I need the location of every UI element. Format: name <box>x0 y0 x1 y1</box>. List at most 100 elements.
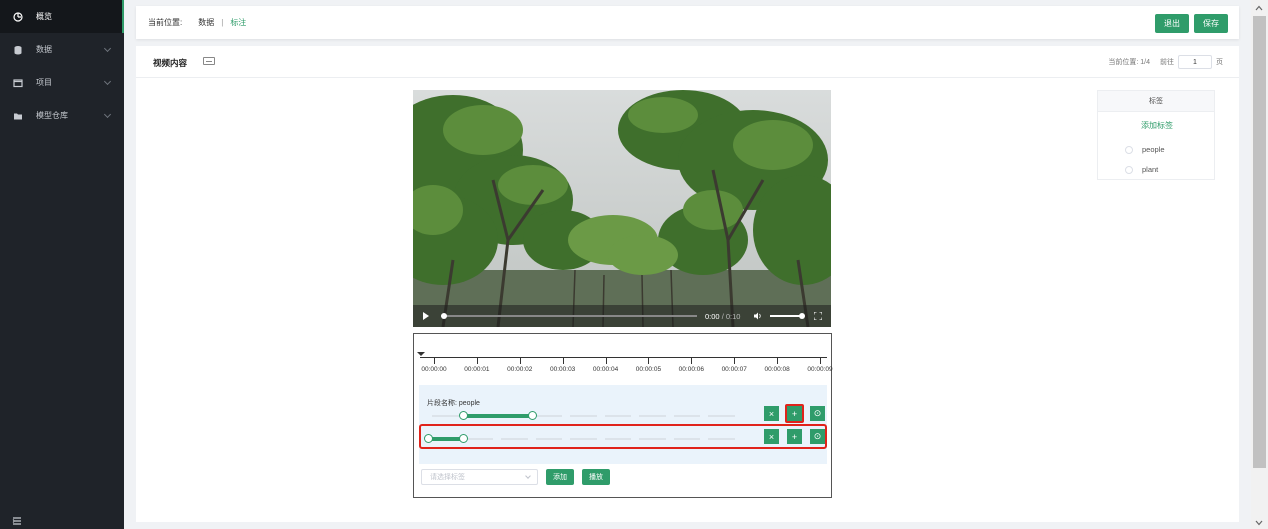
exit-button[interactable]: 退出 <box>1155 14 1189 33</box>
panel-header: 视频内容 当前位置: 1/4 前往 页 <box>136 46 1239 78</box>
keyboard-icon[interactable] <box>203 57 215 65</box>
track-dash <box>604 415 631 417</box>
scroll-down-icon[interactable] <box>1255 519 1263 527</box>
scroll-up-icon[interactable] <box>1255 4 1263 12</box>
highlight-box <box>785 404 804 423</box>
chevron-down-icon <box>103 77 112 85</box>
label-select[interactable]: 请选择标签 <box>421 469 538 485</box>
chevron-down-icon <box>103 44 112 52</box>
sidebar-item-data[interactable]: 数据 <box>0 33 124 66</box>
segment-handle[interactable] <box>527 411 537 420</box>
video-time: 0:00 / 0:10 <box>705 312 740 321</box>
video-controls: 0:00 / 0:10 <box>413 305 831 327</box>
breadcrumb-annotate: 标注 <box>230 18 247 27</box>
save-button[interactable]: 保存 <box>1194 14 1228 33</box>
radio-icon[interactable] <box>1125 145 1133 154</box>
sidebar-item-project[interactable]: 项目 <box>0 66 124 99</box>
track-dash <box>639 415 666 417</box>
main-panel: 视频内容 当前位置: 1/4 前往 页 <box>136 46 1239 522</box>
segment-handle[interactable] <box>458 411 468 420</box>
sidebar-item-label: 模型仓库 <box>36 111 68 120</box>
volume-slider[interactable] <box>770 315 803 317</box>
database-icon <box>13 45 23 55</box>
timeline-marker-icon[interactable] <box>417 352 425 356</box>
video-player[interactable]: 0:00 / 0:10 <box>413 90 831 327</box>
timeline-tick-label: 00:00:09 <box>807 366 833 373</box>
track-dash <box>432 415 459 417</box>
sidebar-item-label: 概览 <box>36 12 52 21</box>
sidebar-item-overview[interactable]: 概览 <box>0 0 124 33</box>
video-progress-bar[interactable] <box>441 315 697 317</box>
top-bar: 当前位置: 数据 | 标注 退出 保存 <box>136 6 1239 39</box>
labels-header: 标签 <box>1098 91 1214 112</box>
dashboard-icon <box>13 11 23 22</box>
play-segment-button[interactable]: ⊙ <box>810 406 825 421</box>
timeline-tick <box>434 357 435 364</box>
menu-collapse-icon[interactable] <box>12 516 22 526</box>
timeline-tick-label: 00:00:03 <box>550 366 576 373</box>
scroll-thumb[interactable] <box>1253 16 1266 468</box>
segment-name: 片段名称: people <box>427 400 480 407</box>
timeline-tick-label: 00:00:04 <box>592 366 619 373</box>
label-select-placeholder: 请选择标签 <box>430 474 465 481</box>
timeline-tick <box>562 357 564 364</box>
label-option-plant[interactable]: plant <box>1125 165 1158 174</box>
radio-icon[interactable] <box>1125 165 1133 174</box>
fullscreen-icon[interactable] <box>813 311 823 321</box>
pager-position: 当前位置: 1/4 <box>1108 59 1150 66</box>
video-current-time: 0:00 <box>705 312 720 321</box>
folder-icon <box>13 111 23 121</box>
track-dash <box>570 415 597 417</box>
scrollbar[interactable] <box>1251 0 1268 529</box>
video-duration: 0:10 <box>725 312 741 321</box>
timeline-tick <box>519 357 521 364</box>
chevron-down-icon <box>103 110 112 118</box>
sidebar: 概览 数据 项目 模型仓库 <box>0 0 124 529</box>
play-icon[interactable] <box>423 312 429 320</box>
breadcrumb-data[interactable]: 数据 <box>198 17 214 28</box>
chevron-down-icon <box>525 473 531 479</box>
label-option-text: plant <box>1142 165 1159 174</box>
timeline-tick <box>476 357 478 364</box>
sidebar-item-model-repo[interactable]: 模型仓库 <box>0 99 124 132</box>
segment-track[interactable] <box>428 411 760 420</box>
project-icon <box>13 78 23 88</box>
labels-panel: 标签 添加标签 people plant <box>1097 90 1215 180</box>
location-label: 当前位置: <box>148 18 183 27</box>
timeline-tick-label: 00:00:08 <box>764 366 790 373</box>
add-label-link[interactable]: 添加标签 <box>1098 120 1216 131</box>
highlight-row-box <box>419 424 827 449</box>
play-button[interactable]: 播放 <box>582 469 610 485</box>
play-circle-icon: ⊙ <box>813 408 822 418</box>
video-progress-knob[interactable] <box>441 313 447 319</box>
video-frame <box>413 90 831 327</box>
timeline-tick-label: 00:00:06 <box>678 366 704 373</box>
timeline-tick <box>691 357 693 364</box>
timeline-tick-label: 00:00:01 <box>464 366 490 373</box>
timeline-tick <box>777 357 779 364</box>
timeline-tick-label: 00:00:07 <box>721 366 747 373</box>
close-icon: × <box>768 408 775 419</box>
timeline-tick <box>734 357 736 364</box>
add-button[interactable]: 添加 <box>546 469 574 485</box>
page-input[interactable] <box>1178 55 1212 69</box>
pager-goto-label: 前往 <box>1160 59 1174 66</box>
segment-area: 片段名称: people × + ⊙ × + ⊙ <box>419 385 827 464</box>
volume-icon[interactable] <box>754 312 762 320</box>
volume-knob[interactable] <box>799 313 806 319</box>
pager-unit: 页 <box>1216 59 1223 66</box>
sidebar-item-label: 项目 <box>36 78 52 87</box>
pager: 当前位置: 1/4 前往 页 <box>1108 55 1223 69</box>
segment-range-fill[interactable] <box>462 414 532 418</box>
breadcrumb-separator: | <box>221 18 224 27</box>
track-dash <box>673 415 700 417</box>
timeline-tick-label: 00:00:02 <box>507 366 533 373</box>
track-dash <box>535 415 562 417</box>
panel-title: 视频内容 <box>153 58 188 68</box>
timeline-tick-label: 00:00:00 <box>421 366 447 373</box>
sidebar-item-label: 数据 <box>36 45 52 54</box>
label-option-text: people <box>1142 145 1165 154</box>
timeline-tick-label: 00:00:05 <box>635 366 662 373</box>
delete-segment-button[interactable]: × <box>764 406 779 421</box>
label-option-people[interactable]: people <box>1125 145 1165 154</box>
